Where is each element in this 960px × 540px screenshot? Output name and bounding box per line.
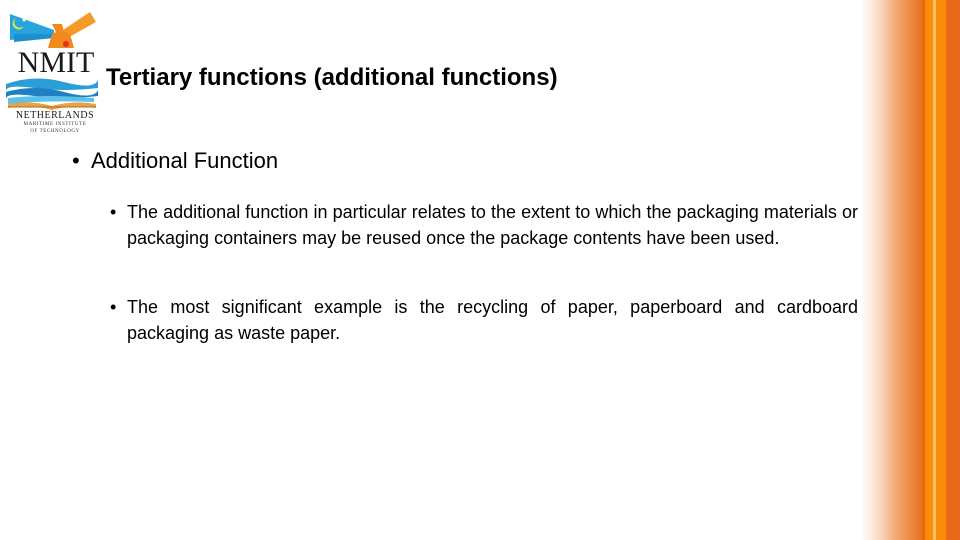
band-stripe	[936, 0, 946, 540]
logo-wordmark: NMIT	[17, 46, 95, 79]
bullet-level1: • Additional Function	[72, 148, 278, 174]
band-stripe	[925, 0, 933, 540]
band-stripe	[946, 0, 960, 540]
bullet-level2: • The additional function in particular …	[110, 199, 858, 251]
logo-tagline: OF TECHNOLOGY	[30, 129, 80, 134]
logo-subtitle: NETHERLANDS	[15, 110, 95, 121]
slide-title: Tertiary functions (additional functions…	[106, 64, 558, 91]
bullet-level2: • The most significant example is the re…	[110, 294, 858, 346]
bullet-text: The most significant example is the recy…	[127, 297, 858, 343]
bullet-icon: •	[72, 148, 80, 173]
bullet-text: Additional Function	[91, 148, 279, 173]
decorative-orange-band	[860, 0, 960, 540]
nmit-logo: NMIT NETHERLANDS MARITIME INSTITUTE OF T…	[4, 4, 100, 138]
bullet-icon: •	[110, 202, 117, 222]
bullet-text: The additional function in particular re…	[127, 202, 858, 248]
bullet-icon: •	[110, 297, 117, 317]
logo-tagline: MARITIME INSTITUTE	[23, 122, 87, 127]
band-gradient	[860, 0, 923, 540]
